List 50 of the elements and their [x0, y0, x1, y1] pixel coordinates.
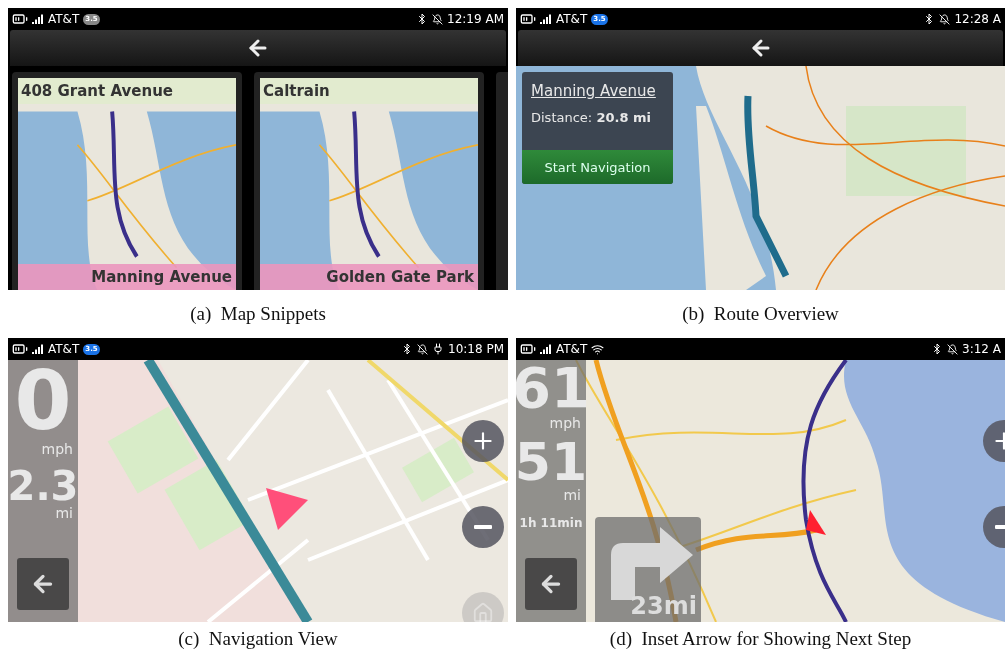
- silent-icon: [939, 13, 951, 25]
- snippet-destination: Golden Gate Park: [260, 264, 478, 290]
- carrier-name: AT&T: [48, 12, 80, 26]
- speed-value: 0: [14, 360, 72, 442]
- distance-value: 2.3: [8, 466, 79, 506]
- start-navigation-button[interactable]: Start Navigation: [522, 150, 673, 184]
- carrier-name: AT&T: [556, 342, 588, 356]
- battery-icon: [520, 341, 536, 357]
- signal-icon: [32, 14, 44, 24]
- distance-value: 51: [516, 436, 588, 488]
- figure-caption: (a) Map Snippets: [189, 303, 327, 325]
- minus-icon: [474, 525, 492, 529]
- battery-icon: [12, 341, 28, 357]
- bluetooth-icon: [931, 343, 943, 355]
- map-snippet-card[interactable]: 408 Grant Avenue Manning Avenue: [12, 72, 242, 290]
- snippet-destination: Manning Avenue: [18, 264, 236, 290]
- carrier-name: AT&T: [48, 342, 80, 356]
- carrier-name: AT&T: [556, 12, 588, 26]
- clock-time: 12:19 AM: [447, 12, 504, 26]
- silent-icon: [947, 343, 958, 355]
- battery-icon: [520, 11, 536, 27]
- figure-caption: (c) Navigation View: [177, 627, 339, 650]
- eta-text: 1h 11min: [519, 516, 583, 530]
- battery-icon: [12, 11, 28, 27]
- bluetooth-icon: [401, 343, 413, 355]
- speed-unit: mph: [41, 442, 73, 456]
- house-icon: [472, 602, 494, 622]
- map-snippet-card[interactable]: Caltrain Golden Gate Park: [254, 72, 484, 290]
- back-button[interactable]: [17, 558, 69, 610]
- wifi-icon: [591, 342, 605, 356]
- signal-icon: [32, 344, 44, 354]
- distance-unit: mi: [563, 488, 581, 502]
- silent-icon: [417, 343, 428, 355]
- signal-icon: [540, 14, 552, 24]
- distance-text: Distance: 20.8 mi: [531, 110, 652, 125]
- clock-time: 12:28 A: [954, 12, 1001, 26]
- clock-time: 3:12 A: [962, 342, 1001, 356]
- figure-caption: (d) Inset Arrow for Showing Next Step: [608, 627, 913, 650]
- next-turn-distance: 23mi: [630, 592, 697, 620]
- signal-icon: [540, 344, 552, 354]
- plug-icon: [432, 343, 444, 355]
- snippet-title: Caltrain: [260, 78, 478, 104]
- clock-time: 10:18 PM: [448, 342, 504, 356]
- snippet-title: 408 Grant Avenue: [18, 78, 236, 104]
- back-button[interactable]: [525, 558, 577, 610]
- silent-icon: [432, 13, 444, 25]
- speed-unit: mph: [549, 416, 581, 430]
- destination-link[interactable]: Manning Avenue: [531, 82, 673, 100]
- figure-caption: (b) Route Overview: [681, 303, 840, 325]
- distance-unit: mi: [55, 506, 73, 520]
